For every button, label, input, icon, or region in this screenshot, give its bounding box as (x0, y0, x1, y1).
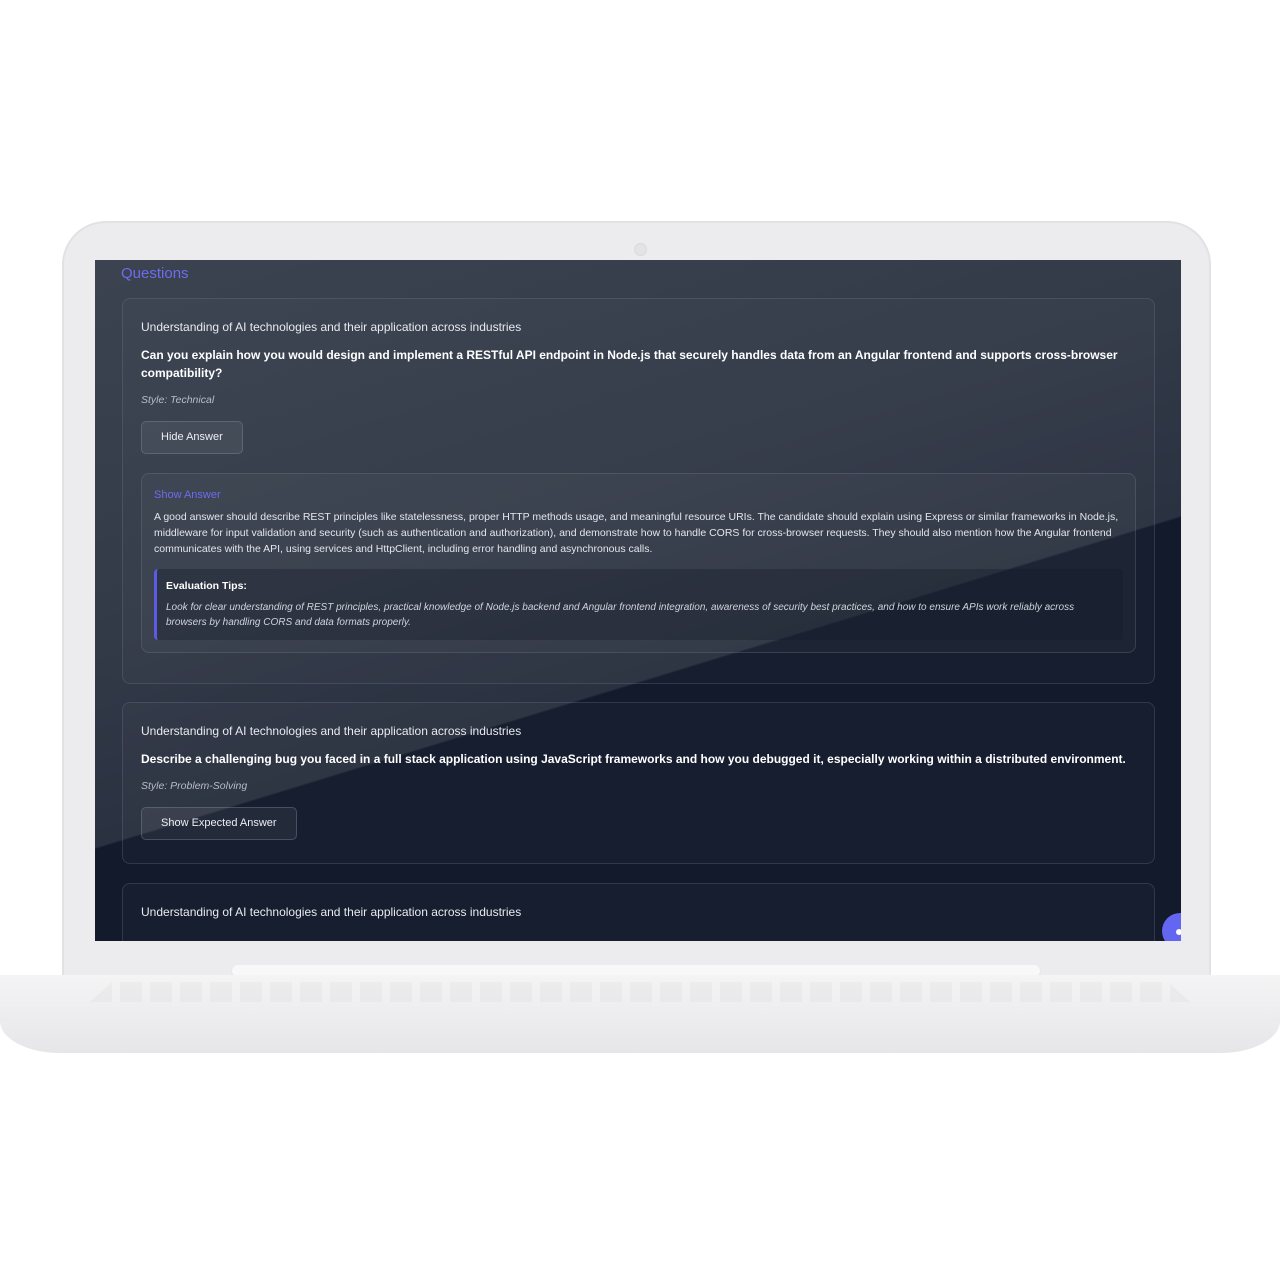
question-card: Understanding of AI technologies and the… (122, 883, 1155, 941)
tips-text: Look for clear understanding of REST pri… (166, 602, 1075, 628)
chat-fab-button[interactable] (1162, 913, 1181, 941)
questions-page: Questions Understanding of AI technologi… (95, 260, 1181, 941)
question-card: Understanding of AI technologies and the… (122, 298, 1155, 684)
keyboard-hint (90, 982, 1190, 1002)
question-topic: Understanding of AI technologies and the… (141, 905, 522, 919)
answer-heading: Show Answer (154, 489, 221, 501)
camera-icon (634, 243, 647, 256)
question-card: Understanding of AI technologies and the… (122, 702, 1155, 864)
answer-panel: Show Answer A good answer should describ… (141, 473, 1136, 653)
question-topic: Understanding of AI technologies and the… (141, 320, 522, 334)
hide-answer-button[interactable]: Hide Answer (141, 421, 243, 454)
question-text: Can you explain how you would design and… (141, 348, 1118, 380)
laptop-mockup: Questions Understanding of AI technologi… (0, 0, 1280, 1280)
app-screen: Questions Understanding of AI technologi… (95, 260, 1181, 941)
question-topic: Understanding of AI technologies and the… (141, 724, 522, 738)
evaluation-tips: Evaluation Tips: Look for clear understa… (154, 569, 1123, 640)
tips-title: Evaluation Tips: (166, 580, 247, 592)
question-style: Style: Technical (141, 394, 215, 406)
show-expected-answer-button[interactable]: Show Expected Answer (141, 807, 297, 840)
page-title: Questions (121, 265, 189, 282)
question-text: Describe a challenging bug you faced in … (141, 752, 1126, 766)
chat-icon (1176, 929, 1181, 935)
answer-text: A good answer should describe REST princ… (154, 511, 1119, 555)
question-style: Style: Problem-Solving (141, 780, 248, 792)
